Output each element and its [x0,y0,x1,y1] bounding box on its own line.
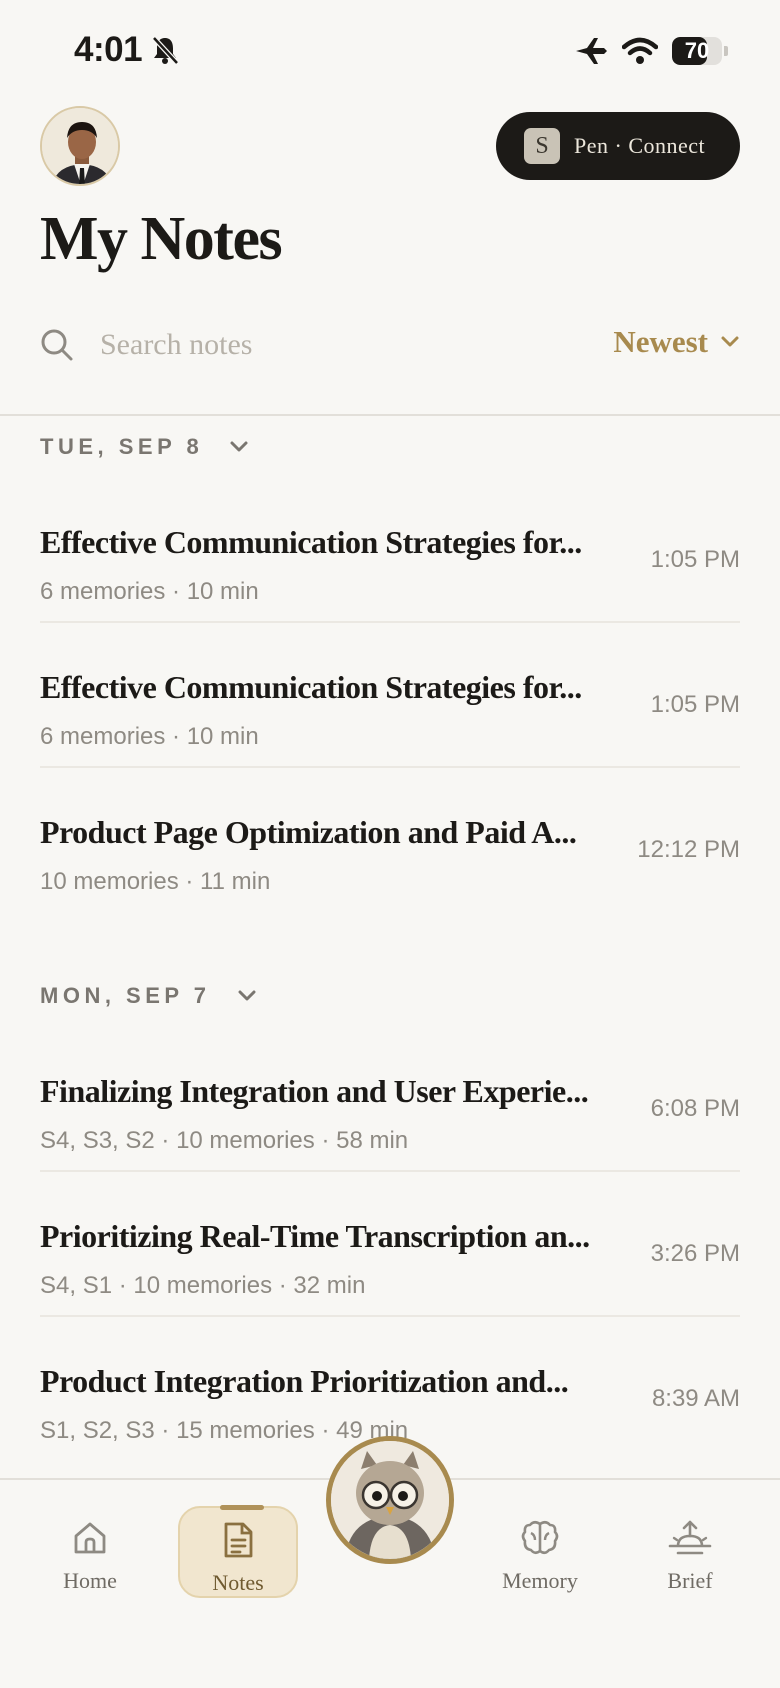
note-meta: S1, S2, S3 · 15 memories · 49 min [40,1417,409,1444]
date-label: MON, SEP 7 [40,983,211,1008]
note-item[interactable]: Effective Communication Strategies for..… [40,478,740,623]
search-row: Newest [40,320,740,370]
note-time: 1:05 PM [650,546,740,573]
chevron-down-icon [230,441,248,452]
nav-brief[interactable]: Brief [630,1506,750,1598]
note-title: Product Page Optimization and Paid A... [40,814,577,850]
pen-connect-button[interactable]: S Pen · Connect [496,112,740,180]
status-icons: 70 [574,36,728,66]
sort-dropdown[interactable]: Newest [613,324,740,360]
note-item[interactable]: Prioritizing Real-Time Transcription an.… [40,1172,740,1317]
sunrise-icon [668,1520,712,1555]
date-label: TUE, SEP 8 [40,434,204,459]
bell-muted-icon [152,36,179,65]
note-time: 12:12 PM [637,836,740,863]
chevron-down-icon [238,990,256,1001]
note-title: Product Integration Prioritization and..… [40,1363,569,1399]
note-meta: S4, S3, S2 · 10 memories · 58 min [40,1127,409,1154]
owl-assistant-button[interactable] [326,1436,454,1564]
sort-label: Newest [613,324,708,359]
search-icon [41,329,73,361]
owl-icon [331,1441,449,1559]
note-time: 1:05 PM [650,691,740,718]
active-indicator [220,1505,264,1510]
status-time: 4:01 [74,30,143,69]
nav-home-label: Home [63,1568,117,1593]
chevron-down-icon [721,336,739,347]
brain-icon [521,1520,559,1555]
battery-indicator: 70 [672,37,728,65]
nav-brief-label: Brief [667,1568,713,1593]
note-title: Effective Communication Strategies for..… [40,524,582,560]
note-title: Effective Communication Strategies for..… [40,669,582,705]
wifi-icon [622,37,658,64]
note-meta: 10 memories · 11 min [40,868,271,895]
nav-memory[interactable]: Memory [480,1506,600,1598]
note-meta: 6 memories · 10 min [40,723,259,750]
date-header[interactable]: MON, SEP 7 [0,965,780,1027]
nav-notes-label: Notes [212,1570,264,1595]
note-time: 3:26 PM [650,1240,740,1267]
search-input[interactable] [100,324,520,366]
page-title: My Notes [40,205,283,273]
airplane-icon [576,38,607,64]
note-time: 6:08 PM [650,1095,740,1122]
nav-notes[interactable]: Notes [178,1505,298,1598]
nav-home[interactable]: Home [30,1506,150,1598]
notes-list: TUE, SEP 8 Effective Communication Strat… [0,416,780,1462]
note-title: Prioritizing Real-Time Transcription an.… [40,1218,590,1254]
note-meta: 6 memories · 10 min [40,578,259,605]
battery-percent: 70 [684,38,710,63]
note-title: Finalizing Integration and User Experie.… [40,1073,589,1109]
status-bar: 4:01 70 [0,0,780,100]
avatar[interactable] [40,106,120,186]
note-item[interactable]: Effective Communication Strategies for..… [40,623,740,768]
note-time: 8:39 AM [651,1385,740,1412]
date-header[interactable]: TUE, SEP 8 [0,416,780,478]
note-meta: S4, S1 · 10 memories · 32 min [40,1272,366,1299]
pen-badge-icon: S [524,128,560,164]
nav-memory-label: Memory [502,1568,578,1593]
note-item[interactable]: Finalizing Integration and User Experie.… [40,1027,740,1172]
pen-connect-label: Pen · Connect [574,133,706,158]
document-icon [224,1522,253,1558]
note-item[interactable]: Product Page Optimization and Paid A... … [40,768,740,913]
home-icon [74,1522,106,1554]
